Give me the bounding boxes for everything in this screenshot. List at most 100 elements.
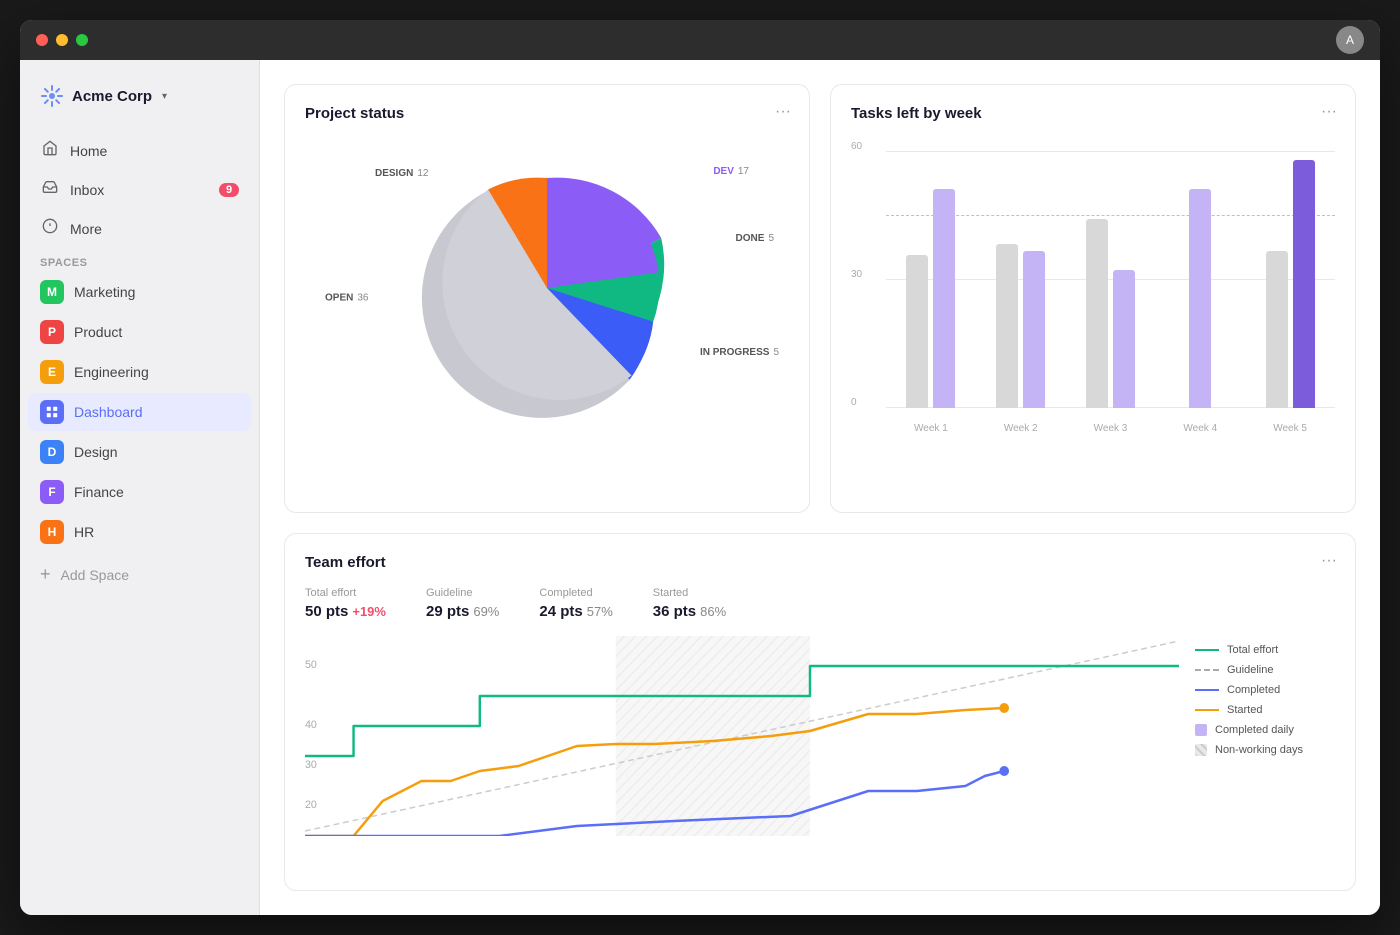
add-space-button[interactable]: + Add Space	[28, 557, 251, 592]
sidebar-item-engineering[interactable]: E Engineering	[28, 353, 251, 391]
brand-icon	[40, 84, 64, 108]
legend-guideline: Guideline	[1195, 664, 1335, 676]
legend-completed: Completed	[1195, 684, 1335, 696]
app-body: Acme Corp ▾ Home	[20, 60, 1380, 915]
tasks-by-week-card: Tasks left by week ··· 0 30 60	[830, 84, 1356, 513]
pie-label-inprogress: IN PROGRESS 5	[700, 347, 779, 358]
sidebar-item-hr[interactable]: H HR	[28, 513, 251, 551]
tasks-by-week-title: Tasks left by week	[851, 105, 1335, 122]
pie-label-open: OPEN 36	[325, 293, 368, 304]
sidebar-item-marketing[interactable]: M Marketing	[28, 273, 251, 311]
add-space-label: Add Space	[61, 567, 130, 583]
svg-text:20: 20	[305, 799, 317, 811]
legend-non-working-box	[1195, 744, 1207, 756]
week-label-2: Week 2	[976, 423, 1066, 434]
bar-group-week1	[886, 189, 976, 408]
legend-non-working: Non-working days	[1195, 744, 1335, 756]
stat-total-effort: Total effort 50 pts+19%	[305, 587, 386, 620]
project-status-card: Project status ···	[284, 84, 810, 513]
stat-total-label: Total effort	[305, 587, 386, 599]
svg-text:30: 30	[305, 759, 317, 771]
legend-completed-daily: Completed daily	[1195, 724, 1335, 736]
legend-completed-daily-label: Completed daily	[1215, 724, 1294, 736]
inbox-badge: 9	[219, 183, 239, 197]
line-chart-svg: 50 40 30 20	[305, 636, 1179, 836]
bar-chart: 0 30 60	[851, 138, 1335, 438]
product-dot: P	[40, 320, 64, 344]
bars-container	[886, 138, 1335, 408]
y-label-30: 30	[851, 269, 862, 280]
stat-total-value: 50 pts+19%	[305, 603, 386, 620]
brand-name: Acme Corp	[72, 88, 152, 105]
legend-completed-line	[1195, 689, 1219, 691]
legend-started-label: Started	[1227, 704, 1262, 716]
sidebar-item-design[interactable]: D Design	[28, 433, 251, 471]
titlebar: A	[20, 20, 1380, 60]
week-label-3: Week 3	[1066, 423, 1156, 434]
stat-guideline: Guideline 29 pts69%	[426, 587, 499, 620]
traffic-lights	[36, 34, 88, 46]
design-dot: D	[40, 440, 64, 464]
legend-non-working-label: Non-working days	[1215, 744, 1303, 756]
nav-item-home[interactable]: Home	[28, 132, 251, 169]
hr-dot: H	[40, 520, 64, 544]
pie-label-dev: DEV 17	[713, 166, 749, 177]
avatar[interactable]: A	[1336, 26, 1364, 54]
stat-completed-value: 24 pts57%	[539, 603, 612, 620]
sidebar-item-dashboard[interactable]: Dashboard	[28, 393, 251, 431]
svg-text:50: 50	[305, 659, 317, 671]
minimize-button[interactable]	[56, 34, 68, 46]
pie-label-done: DONE 5	[736, 233, 774, 244]
week-labels: Week 1 Week 2 Week 3 Week 4 Week 5	[886, 423, 1335, 434]
stat-started-label: Started	[653, 587, 726, 599]
bar-w1-gray	[906, 255, 928, 408]
bar-w4-purple	[1189, 189, 1211, 408]
bar-group-week3	[1066, 219, 1156, 408]
legend-total-line	[1195, 649, 1219, 651]
spaces-label: Spaces	[28, 249, 251, 273]
bar-w2-purple	[1023, 251, 1045, 408]
marketing-dot: M	[40, 280, 64, 304]
legend-guideline-dash	[1195, 669, 1219, 671]
bar-group-week2	[976, 244, 1066, 408]
sidebar-item-finance[interactable]: F Finance	[28, 473, 251, 511]
legend-started: Started	[1195, 704, 1335, 716]
nav-item-inbox[interactable]: Inbox 9	[28, 171, 251, 208]
line-chart-legend: Total effort Guideline Completed St	[1195, 636, 1335, 836]
brand[interactable]: Acme Corp ▾	[28, 76, 251, 116]
team-effort-menu[interactable]: ···	[1321, 552, 1337, 570]
engineering-dot: E	[40, 360, 64, 384]
tasks-menu[interactable]: ···	[1321, 103, 1337, 121]
pie-label-design: DESIGN 12	[375, 168, 428, 179]
project-status-menu[interactable]: ···	[775, 103, 791, 121]
engineering-label: Engineering	[74, 364, 149, 380]
finance-dot: F	[40, 480, 64, 504]
legend-guideline-label: Guideline	[1227, 664, 1273, 676]
week-label-1: Week 1	[886, 423, 976, 434]
close-button[interactable]	[36, 34, 48, 46]
design-label: Design	[74, 444, 118, 460]
effort-stats: Total effort 50 pts+19% Guideline 29 pts…	[305, 587, 1335, 620]
bar-w5-dark	[1293, 160, 1315, 408]
svg-text:40: 40	[305, 719, 317, 731]
nav-inbox-label: Inbox	[70, 182, 104, 198]
project-status-title: Project status	[305, 105, 789, 122]
nav-more-label: More	[70, 221, 102, 237]
nav-item-more[interactable]: More	[28, 210, 251, 247]
maximize-button[interactable]	[76, 34, 88, 46]
finance-label: Finance	[74, 484, 124, 500]
stat-started-value: 36 pts86%	[653, 603, 726, 620]
app-window: A Acme Corp ▾	[20, 20, 1380, 915]
bar-w3-purple	[1113, 270, 1135, 408]
y-label-0: 0	[851, 397, 857, 408]
stat-completed-label: Completed	[539, 587, 612, 599]
line-chart-area: 50 40 30 20 Total effort	[305, 636, 1335, 836]
nav-home-label: Home	[70, 143, 107, 159]
legend-completed-daily-box	[1195, 724, 1207, 736]
marketing-label: Marketing	[74, 284, 135, 300]
stat-guideline-value: 29 pts69%	[426, 603, 499, 620]
week-label-4: Week 4	[1155, 423, 1245, 434]
bar-group-week4	[1155, 189, 1245, 408]
bar-w1-purple	[933, 189, 955, 408]
sidebar-item-product[interactable]: P Product	[28, 313, 251, 351]
